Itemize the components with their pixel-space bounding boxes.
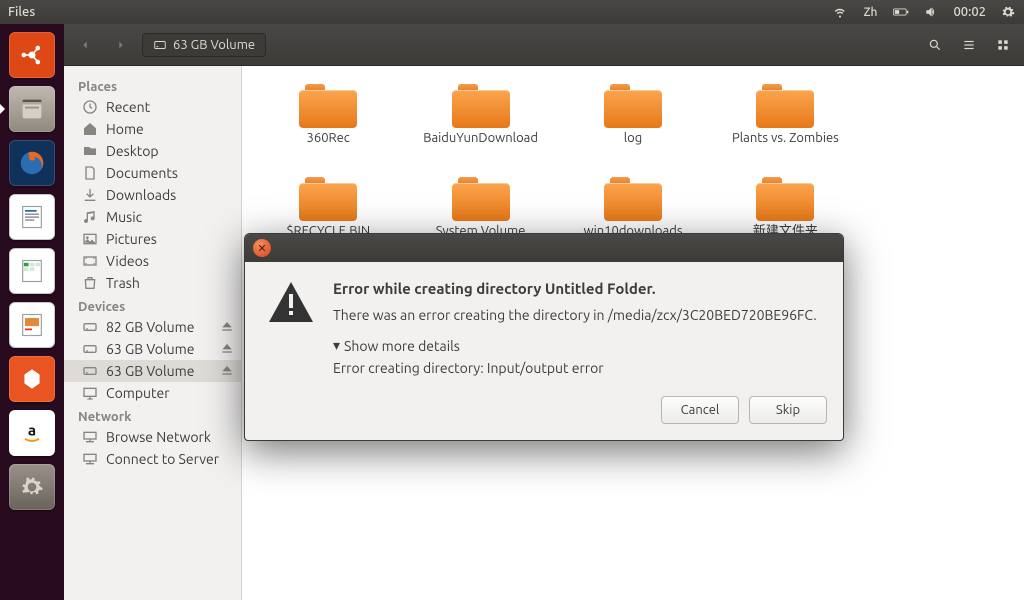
launcher-settings[interactable]: [7, 462, 57, 512]
folder-icon: [299, 173, 357, 221]
sidebar-item-label: 63 GB Volume: [106, 363, 194, 379]
launcher-calc[interactable]: [7, 246, 57, 296]
dialog-heading: Error while creating directory Untitled …: [333, 280, 821, 297]
view-list-button[interactable]: [954, 30, 984, 60]
sidebar-item[interactable]: Downloads: [64, 184, 241, 206]
sidebar-head-devices: Devices: [64, 294, 241, 316]
drive-icon: [153, 38, 167, 52]
sidebar-item[interactable]: 82 GB Volume: [64, 316, 241, 338]
folder-icon: [756, 80, 814, 128]
sidebar-item[interactable]: 63 GB Volume: [64, 360, 241, 382]
view-grid-button[interactable]: [988, 30, 1018, 60]
folder-item[interactable]: BaiduYunDownload: [406, 80, 556, 163]
launcher-amazon[interactable]: a: [7, 408, 57, 458]
eject-icon[interactable]: [219, 362, 235, 381]
launcher-impress[interactable]: [7, 300, 57, 350]
sidebar-item[interactable]: Trash: [64, 272, 241, 294]
sidebar-item-label: Browse Network: [106, 429, 211, 445]
active-app-title: Files: [8, 5, 35, 19]
warning-icon: [267, 280, 315, 376]
input-method-indicator[interactable]: Zh: [862, 6, 880, 19]
sidebar-item[interactable]: Computer: [64, 382, 241, 404]
location-label: 63 GB Volume: [173, 38, 255, 52]
dialog-close-button[interactable]: ✕: [253, 239, 271, 257]
folder-icon: [604, 80, 662, 128]
folder-icon: [452, 173, 510, 221]
launcher-files[interactable]: [7, 84, 57, 134]
wifi-icon[interactable]: [832, 5, 848, 19]
clock[interactable]: 00:02: [953, 5, 986, 19]
top-menubar: Files Zh 00:02: [0, 0, 1024, 24]
folder-label: BaiduYunDownload: [406, 130, 556, 163]
location-path[interactable]: 63 GB Volume: [142, 33, 266, 57]
sidebar-item[interactable]: 63 GB Volume: [64, 338, 241, 360]
folder-icon: [604, 173, 662, 221]
folder-label: Plants vs. Zombies: [710, 130, 860, 163]
sidebar-item-label: Computer: [106, 385, 170, 401]
dialog-detail: Error creating directory: Input/output e…: [333, 360, 821, 376]
dialog-titlebar[interactable]: ✕: [245, 234, 843, 262]
sidebar-item-label: 82 GB Volume: [106, 319, 194, 335]
sidebar-item-label: Recent: [106, 99, 150, 115]
sidebar-item[interactable]: Connect to Server: [64, 448, 241, 470]
folder-label: log: [558, 130, 708, 163]
dialog-show-details[interactable]: ▾ Show more details: [333, 337, 821, 354]
sidebar-item[interactable]: Recent: [64, 96, 241, 118]
svg-text:a: a: [28, 421, 36, 438]
skip-button[interactable]: Skip: [749, 396, 827, 424]
volume-icon[interactable]: [923, 5, 939, 19]
sidebar-item-label: Videos: [106, 253, 149, 269]
folder-label: 360Rec: [253, 130, 403, 163]
sidebar-item[interactable]: Documents: [64, 162, 241, 184]
chevron-down-icon: ▾: [333, 337, 340, 354]
folder-item[interactable]: log: [558, 80, 708, 163]
folder-item[interactable]: 360Rec: [253, 80, 403, 163]
sidebar-item-label: Connect to Server: [106, 451, 219, 467]
toolbar: 63 GB Volume: [64, 24, 1024, 66]
unity-launcher: a: [0, 24, 64, 600]
sidebar-item-label: Home: [106, 121, 144, 137]
sidebar: Places Recent Home Desktop Documents Downloa…: [64, 66, 242, 600]
nav-forward-button[interactable]: [106, 30, 136, 60]
sidebar-item-label: Trash: [106, 275, 140, 291]
launcher-firefox[interactable]: [7, 138, 57, 188]
sidebar-item[interactable]: Desktop: [64, 140, 241, 162]
eject-icon[interactable]: [219, 340, 235, 359]
sidebar-item[interactable]: Music: [64, 206, 241, 228]
sidebar-item-label: Music: [106, 209, 142, 225]
folder-item[interactable]: Plants vs. Zombies: [710, 80, 860, 163]
sidebar-head-places: Places: [64, 74, 241, 96]
launcher-software[interactable]: [7, 354, 57, 404]
sidebar-item[interactable]: Videos: [64, 250, 241, 272]
sidebar-item-label: 63 GB Volume: [106, 341, 194, 357]
search-button[interactable]: [920, 30, 950, 60]
folder-icon: [299, 80, 357, 128]
folder-icon: [756, 173, 814, 221]
sidebar-item-label: Documents: [106, 165, 178, 181]
gear-icon[interactable]: [1000, 5, 1016, 19]
launcher-dash[interactable]: [7, 30, 57, 80]
folder-icon: [452, 80, 510, 128]
sidebar-item-label: Downloads: [106, 187, 176, 203]
battery-icon[interactable]: [893, 5, 909, 19]
sidebar-item[interactable]: Home: [64, 118, 241, 140]
launcher-writer[interactable]: [7, 192, 57, 242]
nav-back-button[interactable]: [70, 30, 100, 60]
sidebar-item[interactable]: Pictures: [64, 228, 241, 250]
sidebar-item-label: Desktop: [106, 143, 159, 159]
eject-icon[interactable]: [219, 318, 235, 337]
cancel-button[interactable]: Cancel: [661, 396, 739, 424]
sidebar-item[interactable]: Browse Network: [64, 426, 241, 448]
dialog-message: There was an error creating the director…: [333, 307, 821, 323]
sidebar-item-label: Pictures: [106, 231, 157, 247]
sidebar-head-network: Network: [64, 404, 241, 426]
error-dialog: ✕ Error while creating directory Untitle…: [244, 233, 844, 441]
expander-label: Show more details: [344, 338, 460, 354]
